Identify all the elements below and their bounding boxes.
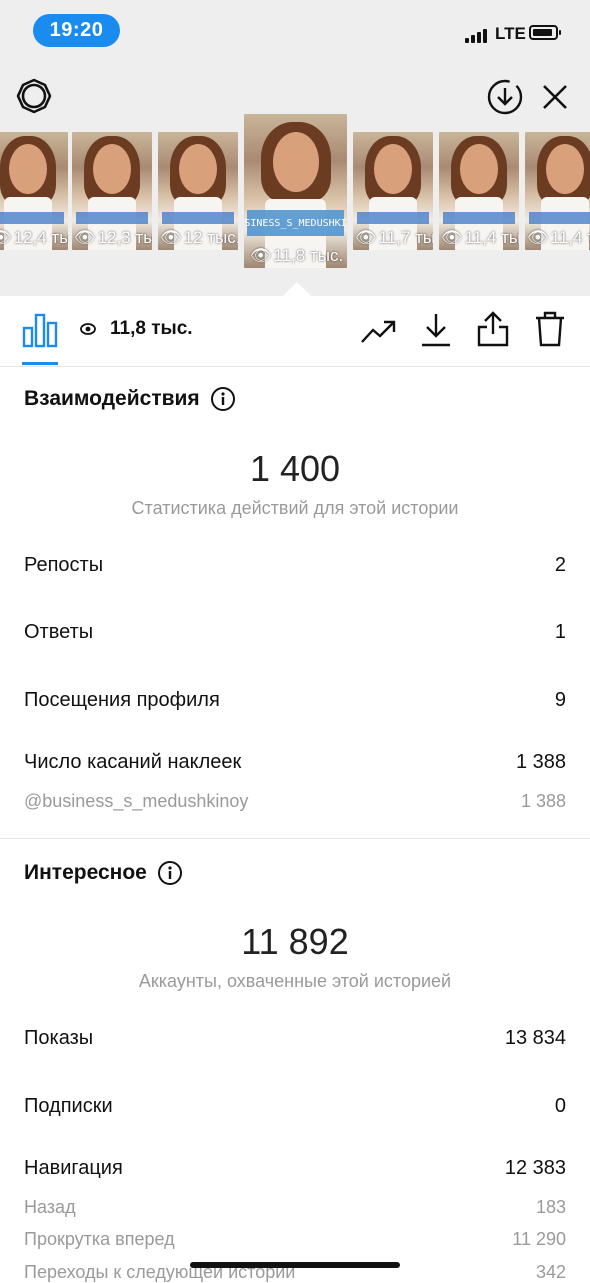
- story-views: 👁11,4 тыс.: [527, 228, 590, 247]
- eye-icon: 👁: [0, 228, 12, 247]
- stat-value: 1 388: [520, 791, 566, 811]
- network-label: LTE: [495, 24, 526, 43]
- share-icon[interactable]: [476, 310, 510, 348]
- stat-row-navigation: Навигация 12 383: [24, 1157, 566, 1180]
- section-divider: [0, 838, 590, 839]
- info-icon[interactable]: [157, 860, 183, 886]
- stat-row-sticker-taps: Число касаний наклеек 1 388: [24, 751, 566, 774]
- story-views: 👁12,3 тыс.: [74, 228, 152, 247]
- story-views: 👁11,7 тыс.: [355, 228, 433, 247]
- stat-value: 11 290: [512, 1229, 566, 1249]
- story-thumbnail[interactable]: 👁 12 тыс.: [158, 132, 238, 250]
- story-thumbnail[interactable]: 👁12,4 тыс.: [0, 132, 68, 250]
- stat-value: 183: [535, 1197, 566, 1217]
- eye-icon: 👁: [527, 228, 549, 247]
- stat-value: 13 834: [504, 1027, 566, 1049]
- trash-icon[interactable]: [534, 310, 566, 348]
- stat-label: Число касаний наклеек: [24, 751, 242, 773]
- stat-label: @business_s_medushkinoy: [24, 791, 249, 811]
- story-thumbnail-active[interactable]: @BUSINESS_S_MEDUSHKINOY 👁11,8 тыс.: [244, 114, 347, 268]
- signal-icon: [465, 28, 491, 43]
- stat-subrow-forward: Прокрутка вперед 11 290: [24, 1229, 566, 1250]
- story-thumbnail[interactable]: 👁12,3 тыс.: [72, 132, 152, 250]
- stat-subrow-back: Назад 183: [24, 1197, 566, 1218]
- story-preview-area: 19:20 LTE 👁12,4 тыс. 👁12,3 тыс.: [0, 0, 590, 296]
- status-time: 19:20: [33, 14, 120, 47]
- stat-row-reposts: Репосты 2: [24, 554, 566, 577]
- stat-row-impressions: Показы 13 834: [24, 1027, 566, 1050]
- stat-label: Показы: [24, 1027, 94, 1049]
- discovery-title: Интересное: [24, 860, 183, 886]
- stat-label: Репосты: [24, 554, 104, 576]
- story-views: 👁 11,8 тыс.: [249, 246, 344, 265]
- interactions-subtitle: Статистика действий для этой истории: [131, 498, 459, 518]
- views-count: 11,8 тыс.: [110, 318, 193, 339]
- discovery-subtitle: Аккаунты, охваченные этой историей: [138, 971, 452, 991]
- stat-label: Прокрутка вперед: [24, 1229, 175, 1249]
- bar-chart-icon[interactable]: [22, 312, 58, 348]
- download-circle-icon[interactable]: [486, 78, 524, 116]
- eye-icon: 👁: [74, 228, 96, 247]
- views-summary: 11,8 тыс.: [80, 318, 193, 340]
- discovery-total: 11 892: [241, 921, 349, 962]
- eye-icon: [80, 323, 96, 335]
- interactions-total: 1 400: [249, 448, 341, 489]
- insights-toolbar: 11,8 тыс.: [0, 296, 590, 367]
- info-icon[interactable]: [210, 386, 236, 412]
- interactions-title: Взаимодействия: [24, 386, 236, 412]
- stat-value: 0: [554, 1095, 566, 1117]
- stat-row-follows: Подписки 0: [24, 1095, 566, 1118]
- stat-value: 12 383: [504, 1157, 566, 1179]
- active-story-pointer: [283, 282, 311, 296]
- eye-icon: 👁: [355, 228, 377, 247]
- story-views: 👁12,4 тыс.: [0, 228, 68, 248]
- story-tag: @BUSINESS_S_MEDUSHKINOY: [244, 210, 347, 236]
- battery-icon: [529, 25, 561, 40]
- stat-value: 9: [554, 689, 566, 711]
- stat-value: 1 388: [515, 751, 566, 773]
- trending-icon[interactable]: [360, 316, 398, 346]
- stat-subrow-sticker: @business_s_medushkinoy 1 388: [24, 791, 566, 812]
- close-icon[interactable]: [540, 82, 570, 112]
- story-views: 👁11,4 тыс.: [441, 228, 519, 247]
- eye-icon: 👁: [160, 228, 182, 247]
- home-indicator[interactable]: [190, 1262, 400, 1268]
- stat-label: Посещения профиля: [24, 689, 220, 711]
- stat-row-profile-visits: Посещения профиля 9: [24, 689, 566, 712]
- stat-label: Ответы: [24, 621, 94, 643]
- stat-label: Назад: [24, 1197, 76, 1217]
- eye-icon: 👁: [249, 246, 272, 265]
- gear-icon[interactable]: [16, 78, 52, 114]
- story-views: 👁 12 тыс.: [160, 228, 238, 247]
- status-bar: 19:20 LTE: [0, 0, 590, 64]
- story-thumbnails: 👁12,4 тыс. 👁12,3 тыс. 👁12 тыс. @BUSINESS…: [0, 114, 590, 270]
- stat-label: Подписки: [24, 1095, 113, 1117]
- stat-label: Навигация: [24, 1157, 123, 1179]
- story-thumbnail[interactable]: 👁11,4 тыс.: [439, 132, 519, 250]
- story-thumbnail[interactable]: 👁11,4 тыс.: [525, 132, 590, 250]
- stat-row-replies: Ответы 1: [24, 621, 566, 644]
- stat-value: 1: [554, 621, 566, 643]
- stat-value: 2: [554, 554, 566, 576]
- eye-icon: 👁: [441, 228, 463, 247]
- story-thumbnail[interactable]: 👁11,7 тыс.: [353, 132, 433, 250]
- active-tab-indicator: [22, 362, 58, 365]
- download-icon[interactable]: [420, 312, 452, 348]
